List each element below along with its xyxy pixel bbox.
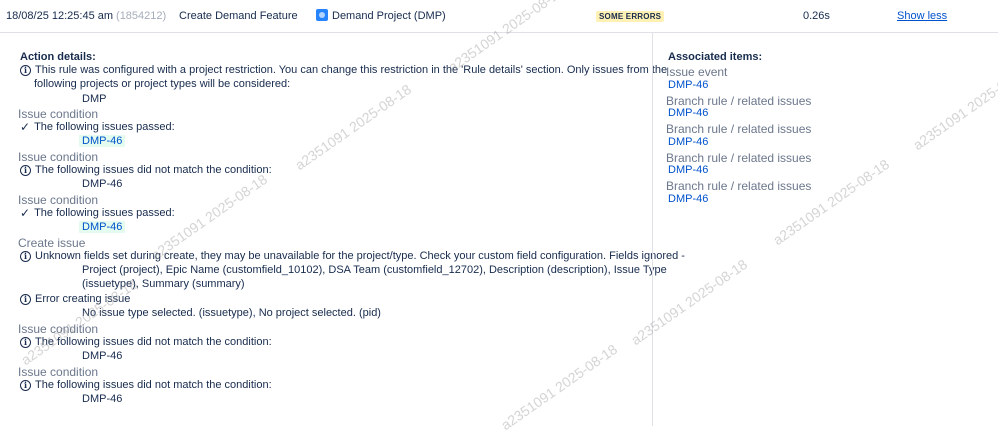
info-icon: i (20, 251, 31, 262)
condition-result: i The following issues did not match the… (20, 164, 272, 176)
associated-item-label: Branch rule / related issues (666, 122, 812, 136)
action-details-panel: Action details: i This rule was configur… (0, 33, 685, 426)
create-warning: i Unknown fields set during create, they… (20, 250, 685, 262)
check-icon: ✓ (20, 120, 31, 134)
rule-name: Create Demand Feature (179, 10, 298, 22)
restriction-message-line2: following projects or project types will… (34, 78, 291, 90)
associated-item-label: Branch rule / related issues (666, 151, 812, 165)
create-warning-line2: Project (project), Epic Name (customfiel… (82, 264, 667, 276)
associated-issue-link[interactable]: DMP-46 (668, 193, 708, 205)
associated-issue-link[interactable]: DMP-46 (668, 164, 708, 176)
status-badge: SOME ERRORS (596, 11, 665, 22)
associated-item-label: Branch rule / related issues (666, 179, 812, 193)
condition-result: ✓ The following issues passed: (20, 206, 175, 220)
associated-issue-link[interactable]: DMP-46 (668, 107, 708, 119)
condition-title: Issue condition (18, 322, 99, 336)
error-message: i Error creating issue (20, 293, 130, 305)
action-details-title: Action details: (20, 51, 96, 63)
create-issue-title: Create issue (18, 236, 86, 250)
show-less-link[interactable]: Show less (897, 10, 947, 22)
info-icon: i (20, 337, 31, 348)
issue-key: DMP-46 (82, 178, 123, 190)
restriction-project: DMP (82, 93, 107, 105)
create-warning-line3: (issuetype), Summary (summary) (82, 278, 245, 290)
check-icon: ✓ (20, 206, 31, 220)
error-detail: No issue type selected. (issuetype), No … (82, 307, 381, 319)
condition-title: Issue condition (18, 193, 99, 207)
info-icon: i (20, 65, 31, 76)
condition-title: Issue condition (18, 150, 99, 164)
project-avatar-icon (316, 9, 328, 21)
condition-result: ✓ The following issues passed: (20, 120, 175, 134)
associated-item-label: Issue event (666, 65, 728, 79)
restriction-message: i This rule was configured with a projec… (20, 64, 667, 76)
info-icon: i (20, 380, 31, 391)
associated-issue-link[interactable]: DMP-46 (668, 79, 708, 91)
associated-items-title: Associated items: (668, 51, 763, 63)
timestamp: 18/08/25 12:25:45 am (1854212) (6, 10, 167, 22)
duration: 0.26s (803, 10, 830, 22)
associated-item-label: Branch rule / related issues (666, 94, 812, 108)
associated-issue-link[interactable]: DMP-46 (668, 136, 708, 148)
audit-log-row-header[interactable]: 18/08/25 12:25:45 am (1854212) Create Dem… (0, 0, 998, 33)
issue-key: DMP-46 (82, 393, 123, 405)
condition-result: i The following issues did not match the… (20, 379, 272, 391)
condition-title: Issue condition (18, 107, 99, 121)
info-icon: i (20, 165, 31, 176)
issue-key: DMP-46 (82, 350, 123, 362)
issue-key-link[interactable]: DMP-46 (79, 135, 126, 147)
issue-key-link[interactable]: DMP-46 (79, 221, 126, 233)
project-label: Demand Project (DMP) (316, 9, 446, 22)
info-icon: i (20, 294, 31, 305)
associated-items-panel: Associated items: Issue event DMP-46 Bra… (652, 33, 998, 426)
condition-result: i The following issues did not match the… (20, 336, 272, 348)
condition-title: Issue condition (18, 365, 99, 379)
run-id: (1854212) (116, 10, 167, 22)
